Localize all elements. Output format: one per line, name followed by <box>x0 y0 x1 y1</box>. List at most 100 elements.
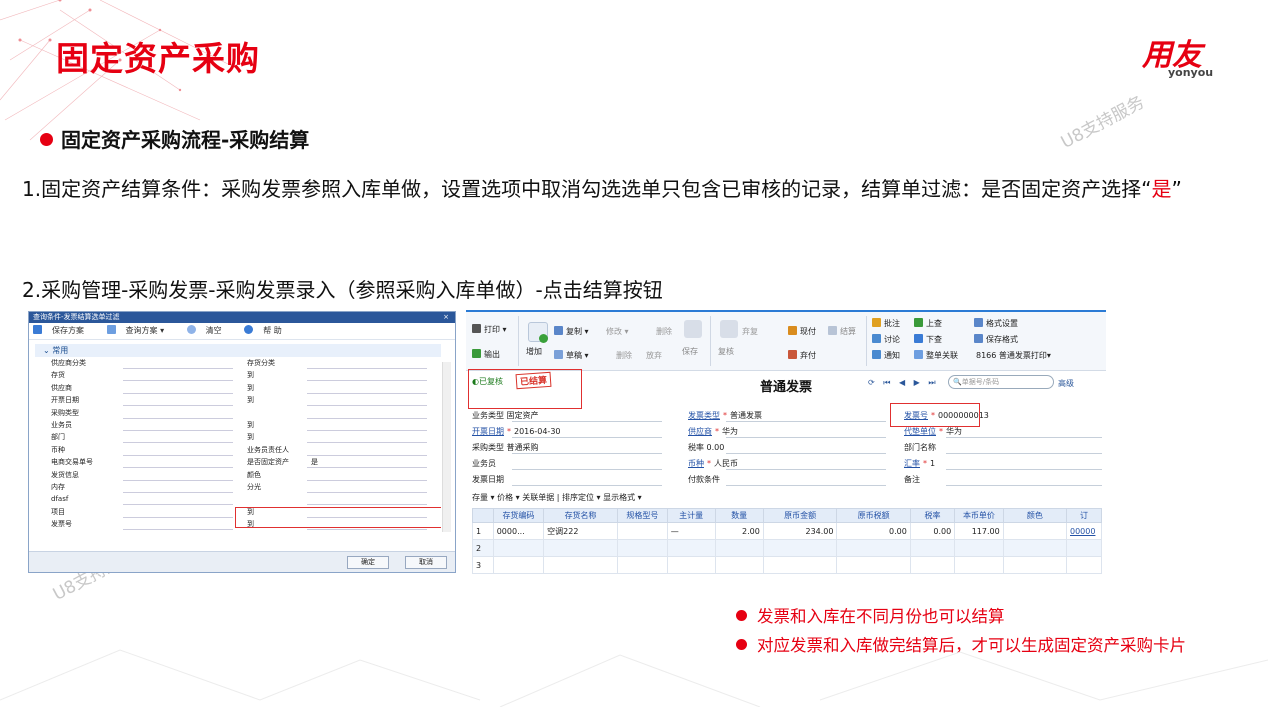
whole-link-button[interactable]: 整单关联 <box>914 350 958 361</box>
cancel-button[interactable]: 取消 <box>405 556 447 569</box>
table-cell[interactable] <box>1002 539 1068 557</box>
table-row[interactable]: 1 0000... 空调222—2.00 234.00 0.00 0.00 117.00 00… <box>472 522 1102 540</box>
table-cell[interactable] <box>909 556 956 574</box>
remark-field[interactable]: 备注 <box>904 474 920 485</box>
save-scheme-button[interactable]: 保存方案 <box>33 325 94 335</box>
search-input[interactable]: 🔍单据号/条码 <box>948 375 1054 389</box>
salesman-field[interactable]: 业务员 <box>472 458 496 469</box>
inv-type-field[interactable]: 发票类型 * 普通发票 <box>688 410 762 421</box>
clear-button[interactable]: 清空 <box>186 325 232 335</box>
group-common[interactable]: ⌄ 常用 <box>35 344 441 357</box>
table-cell[interactable]: 234.00 <box>762 522 838 540</box>
advanced-search-link[interactable]: 高级 <box>1058 378 1074 389</box>
table-cell[interactable] <box>616 539 668 557</box>
table-cell[interactable]: 0000... <box>492 522 545 540</box>
column-header[interactable]: 规格型号 <box>616 508 668 523</box>
table-cell[interactable]: 0.00 <box>909 522 956 540</box>
ship-date-field[interactable]: 发票日期 <box>472 474 504 485</box>
table-cell[interactable]: 2 <box>472 539 494 557</box>
settle-button[interactable]: 结算 <box>828 326 856 337</box>
table-cell[interactable]: 3 <box>472 556 494 574</box>
table-cell[interactable] <box>836 539 911 557</box>
table-cell[interactable] <box>1066 556 1102 574</box>
table-cell[interactable] <box>492 556 545 574</box>
table-cell[interactable] <box>909 539 956 557</box>
audit-button[interactable]: 复核 <box>718 346 734 357</box>
column-header[interactable]: 存货名称 <box>543 508 618 523</box>
format-settings-button[interactable]: 格式设置 <box>974 318 1018 329</box>
table-cell[interactable] <box>1066 539 1102 557</box>
table-cell[interactable] <box>666 556 716 574</box>
table-cell[interactable] <box>714 556 764 574</box>
abandon-button[interactable]: 放弃 <box>646 350 662 361</box>
column-header[interactable] <box>472 508 494 523</box>
table-cell[interactable] <box>714 539 764 557</box>
table-cell[interactable]: 0.00 <box>836 522 911 540</box>
table-cell[interactable] <box>954 539 1004 557</box>
column-header[interactable]: 税率 <box>909 508 956 523</box>
table-cell[interactable]: 空调222 <box>543 522 618 540</box>
table-cell[interactable] <box>616 556 668 574</box>
modify-button[interactable]: 修改 ▾ <box>606 326 629 337</box>
column-header[interactable]: 原币金额 <box>762 508 838 523</box>
approve-button[interactable]: 批注 <box>872 318 900 329</box>
table-cell[interactable] <box>616 522 668 540</box>
table-cell[interactable]: 00000 <box>1066 522 1102 540</box>
ok-button[interactable]: 确定 <box>347 556 389 569</box>
help-button[interactable]: 帮 助 <box>244 325 292 335</box>
record-navigation[interactable]: ⟳ ⏮ ◀ ▶ ⏭ <box>868 378 939 388</box>
currency-field[interactable]: 币种 * 人民币 <box>688 458 738 469</box>
table-cell[interactable]: — <box>666 522 716 540</box>
delete-row-button[interactable]: 删除 <box>616 350 632 361</box>
close-icon[interactable]: × <box>443 312 449 323</box>
pay-terms-field[interactable]: 付款条件 <box>688 474 720 485</box>
table-cell[interactable] <box>954 556 1004 574</box>
column-header[interactable]: 颜色 <box>1002 508 1068 523</box>
column-header[interactable]: 主计量 <box>666 508 716 523</box>
table-cell[interactable] <box>762 556 838 574</box>
table-cell[interactable]: 2.00 <box>714 522 764 540</box>
table-cell[interactable] <box>836 556 911 574</box>
table-cell[interactable] <box>1002 522 1068 540</box>
next-lookup-button[interactable]: 下查 <box>914 334 942 345</box>
add-button[interactable]: 增加 <box>526 346 542 357</box>
fixed-asset-value[interactable]: 是 <box>311 456 318 468</box>
table-cell[interactable] <box>762 539 838 557</box>
table-row[interactable]: 3 <box>472 556 1102 574</box>
biz-type-field[interactable]: 业务类型 固定资产 <box>472 410 539 421</box>
column-header[interactable]: 存货编码 <box>492 508 545 523</box>
discuss-button[interactable]: 讨论 <box>872 334 900 345</box>
copy-button[interactable]: 复制 ▾ <box>554 326 589 337</box>
table-cell[interactable] <box>666 539 716 557</box>
grid-toolbar[interactable]: 存量 ▾ 价格 ▾ 关联单据 | 排序定位 ▾ 显示格式 ▾ <box>472 492 642 503</box>
table-cell[interactable] <box>543 556 618 574</box>
tax-rate-field[interactable]: 税率 0.00 <box>688 442 724 453</box>
query-scheme-button[interactable]: 查询方案 ▾ <box>106 325 175 335</box>
table-cell[interactable] <box>1002 556 1068 574</box>
abandon-pay-button[interactable]: 弃付 <box>788 350 816 361</box>
table-row[interactable]: 2 <box>472 539 1102 557</box>
inv-date-field[interactable]: 开票日期 * 2016-04-30 <box>472 426 561 437</box>
supplier-field[interactable]: 供应商 * 华为 <box>688 426 738 437</box>
export-button[interactable]: 输出 <box>472 349 500 360</box>
column-header[interactable]: 原币税额 <box>836 508 911 523</box>
agent-field[interactable]: 代垫单位 * 华为 <box>904 426 962 437</box>
vertical-scrollbar[interactable] <box>442 362 451 532</box>
table-cell[interactable] <box>492 539 545 557</box>
table-cell[interactable] <box>543 539 618 557</box>
cash-pay-button[interactable]: 现付 <box>788 326 816 337</box>
prev-lookup-button[interactable]: 上查 <box>914 318 942 329</box>
draft-button[interactable]: 草稿 ▾ <box>554 350 589 361</box>
dept-field[interactable]: 部门名称 <box>904 442 936 453</box>
filter-input-right[interactable] <box>307 529 427 531</box>
filter-input[interactable] <box>123 529 233 531</box>
delete-button[interactable]: 删除 <box>656 326 672 337</box>
purch-type-field[interactable]: 采购类型 普通采购 <box>472 442 539 453</box>
table-cell[interactable]: 117.00 <box>954 522 1004 540</box>
column-header[interactable]: 数量 <box>714 508 764 523</box>
save-button[interactable]: 保存 <box>682 346 698 357</box>
save-format-button[interactable]: 保存格式 <box>974 334 1018 345</box>
column-header[interactable]: 本币单价 <box>954 508 1004 523</box>
unaudit-button[interactable]: 弃复 <box>742 326 758 337</box>
column-header[interactable]: 订 <box>1066 508 1102 523</box>
